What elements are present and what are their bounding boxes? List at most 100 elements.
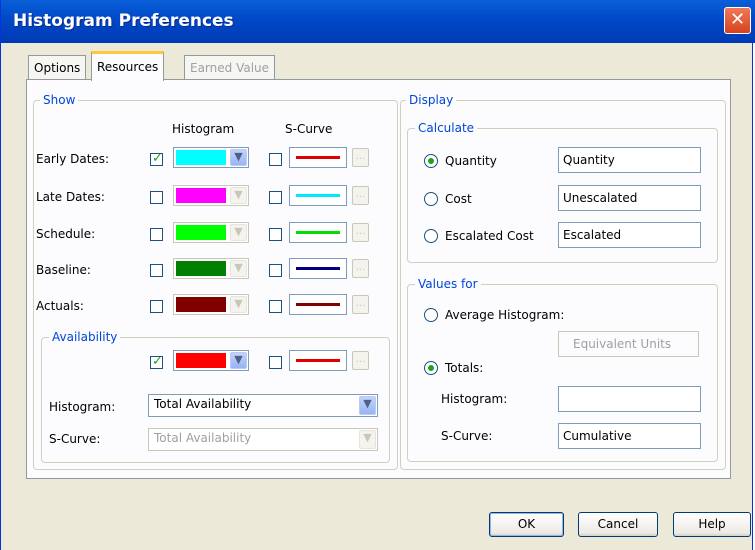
availability-scurve-line [296,359,340,362]
actuals-scurve-line [296,303,340,306]
availability-scurve-select[interactable]: Total Availability ▼ [148,428,378,451]
calculate-escalated-cost-radio[interactable] [424,229,438,243]
window-title: Histogram Preferences [13,11,234,31]
cancel-button-label: Cancel [597,517,639,531]
chevron-down-icon[interactable]: ▼ [230,352,247,369]
show-legend: Show [40,93,79,107]
late-dates-histogram-checkbox[interactable] [150,191,163,204]
calculate-cost-label: Cost [445,192,472,206]
calculate-escalated-cost-field[interactable]: Escalated [558,222,701,248]
baseline-scurve-ellipsis-button[interactable]: ... [352,259,369,278]
totals-scurve-value: Cumulative [563,429,632,443]
radio-selected-indicator [428,365,434,371]
tab-earned-value[interactable]: Earned Value [184,55,276,79]
totals-label: Totals: [445,361,484,375]
availability-histogram-select[interactable]: Total Availability ▼ [148,394,378,417]
check-icon: ✓ [152,354,163,369]
actuals-scurve-checkbox[interactable] [269,300,282,313]
schedule-scurve-checkbox[interactable] [269,228,282,241]
dialog-window: Histogram Preferences ✕ Options Resource… [0,0,755,550]
schedule-scurve-ellipsis-button[interactable]: ... [352,223,369,242]
availability-histogram-value: Total Availability [154,397,252,411]
calculate-quantity-field[interactable]: Quantity [558,147,701,173]
average-histogram-radio[interactable] [424,308,438,322]
chevron-down-icon[interactable]: ▼ [230,149,247,166]
calculate-quantity-radio[interactable] [424,154,438,168]
close-icon: ✕ [729,9,746,30]
availability-histogram-swatch [176,353,226,368]
show-row-label-schedule: Schedule: [36,227,96,241]
tab-options[interactable]: Options [28,55,87,79]
early-dates-histogram-color-combo[interactable]: ▼ [173,147,249,168]
schedule-histogram-checkbox[interactable] [150,228,163,241]
baseline-histogram-swatch [176,261,226,276]
schedule-histogram-swatch [176,225,226,240]
actuals-histogram-color-combo[interactable]: ▼ [173,294,249,315]
baseline-histogram-color-combo[interactable]: ▼ [173,258,249,279]
tab-resources-label: Resources [97,60,159,74]
late-dates-histogram-color-combo[interactable]: ▼ [173,185,249,206]
chevron-down-icon[interactable]: ▼ [359,430,376,449]
calculate-quantity-value: Quantity [563,153,615,167]
tab-resources[interactable]: Resources [91,51,165,81]
late-dates-scurve-ellipsis-button[interactable]: ... [352,186,369,205]
help-button-label: Help [698,517,726,531]
chevron-down-icon[interactable]: ▼ [359,396,376,415]
early-dates-scurve-line-style[interactable] [289,147,347,168]
calculate-legend: Calculate [415,121,478,135]
late-dates-scurve-checkbox[interactable] [269,191,282,204]
early-dates-scurve-ellipsis-button[interactable]: ... [352,148,369,167]
totals-radio[interactable] [424,361,438,375]
average-histogram-label: Average Histogram: [445,308,565,322]
late-dates-histogram-swatch [176,188,226,203]
chevron-down-icon[interactable]: ▼ [230,224,247,241]
histogram-header: Histogram [172,122,235,136]
availability-scurve-line-style[interactable] [289,350,347,371]
close-button[interactable]: ✕ [724,7,751,34]
actuals-scurve-line-style[interactable] [289,294,347,315]
chevron-down-icon[interactable]: ▼ [230,260,247,277]
baseline-histogram-checkbox[interactable] [150,264,163,277]
radio-selected-indicator [428,158,434,164]
chevron-down-icon[interactable]: ▼ [230,296,247,313]
totals-histogram-field[interactable] [558,386,701,412]
totals-histogram-label: Histogram: [441,392,508,406]
calculate-cost-radio[interactable] [424,192,438,206]
calculate-cost-value: Unescalated [563,191,638,205]
title-bar[interactable]: Histogram Preferences ✕ [1,0,755,43]
ok-button[interactable]: OK [489,512,564,537]
availability-histogram-color-combo[interactable]: ▼ [173,350,249,371]
availability-histogram-checkbox[interactable]: ✓ [150,354,163,369]
late-dates-scurve-line [296,194,340,197]
chevron-down-icon[interactable]: ▼ [230,187,247,204]
average-histogram-field[interactable]: Equivalent Units [558,331,699,357]
availability-histogram-label: Histogram: [49,400,116,414]
help-button[interactable]: Help [673,512,751,537]
totals-scurve-field[interactable]: Cumulative [558,423,701,449]
tab-earned-value-label: Earned Value [190,61,270,75]
baseline-scurve-checkbox[interactable] [269,264,282,277]
schedule-scurve-line-style[interactable] [289,222,347,243]
availability-legend: Availability [49,330,121,344]
values-for-legend: Values for [415,277,481,291]
cancel-button[interactable]: Cancel [578,512,658,537]
calculate-cost-field[interactable]: Unescalated [558,185,701,211]
availability-scurve-label: S-Curve: [49,432,101,446]
early-dates-histogram-checkbox[interactable]: ✓ [150,151,163,166]
tab-options-label: Options [34,61,81,75]
availability-scurve-ellipsis-button[interactable]: ... [352,351,369,370]
early-dates-scurve-checkbox[interactable] [269,153,282,166]
average-histogram-value: Equivalent Units [573,337,672,351]
availability-scurve-checkbox[interactable] [269,356,282,369]
late-dates-scurve-line-style[interactable] [289,185,347,206]
early-dates-scurve-line [296,156,340,159]
baseline-scurve-line-style[interactable] [289,258,347,279]
calculate-escalated-cost-value: Escalated [563,228,622,242]
actuals-histogram-checkbox[interactable] [150,300,163,313]
tab-panel: Show Histogram S-Curve Early Dates: ✓ ▼ … [26,79,731,479]
show-row-label-baseline: Baseline: [36,263,91,277]
schedule-histogram-color-combo[interactable]: ▼ [173,222,249,243]
actuals-scurve-ellipsis-button[interactable]: ... [352,295,369,314]
early-dates-histogram-swatch [176,150,226,165]
baseline-scurve-line [296,267,340,270]
